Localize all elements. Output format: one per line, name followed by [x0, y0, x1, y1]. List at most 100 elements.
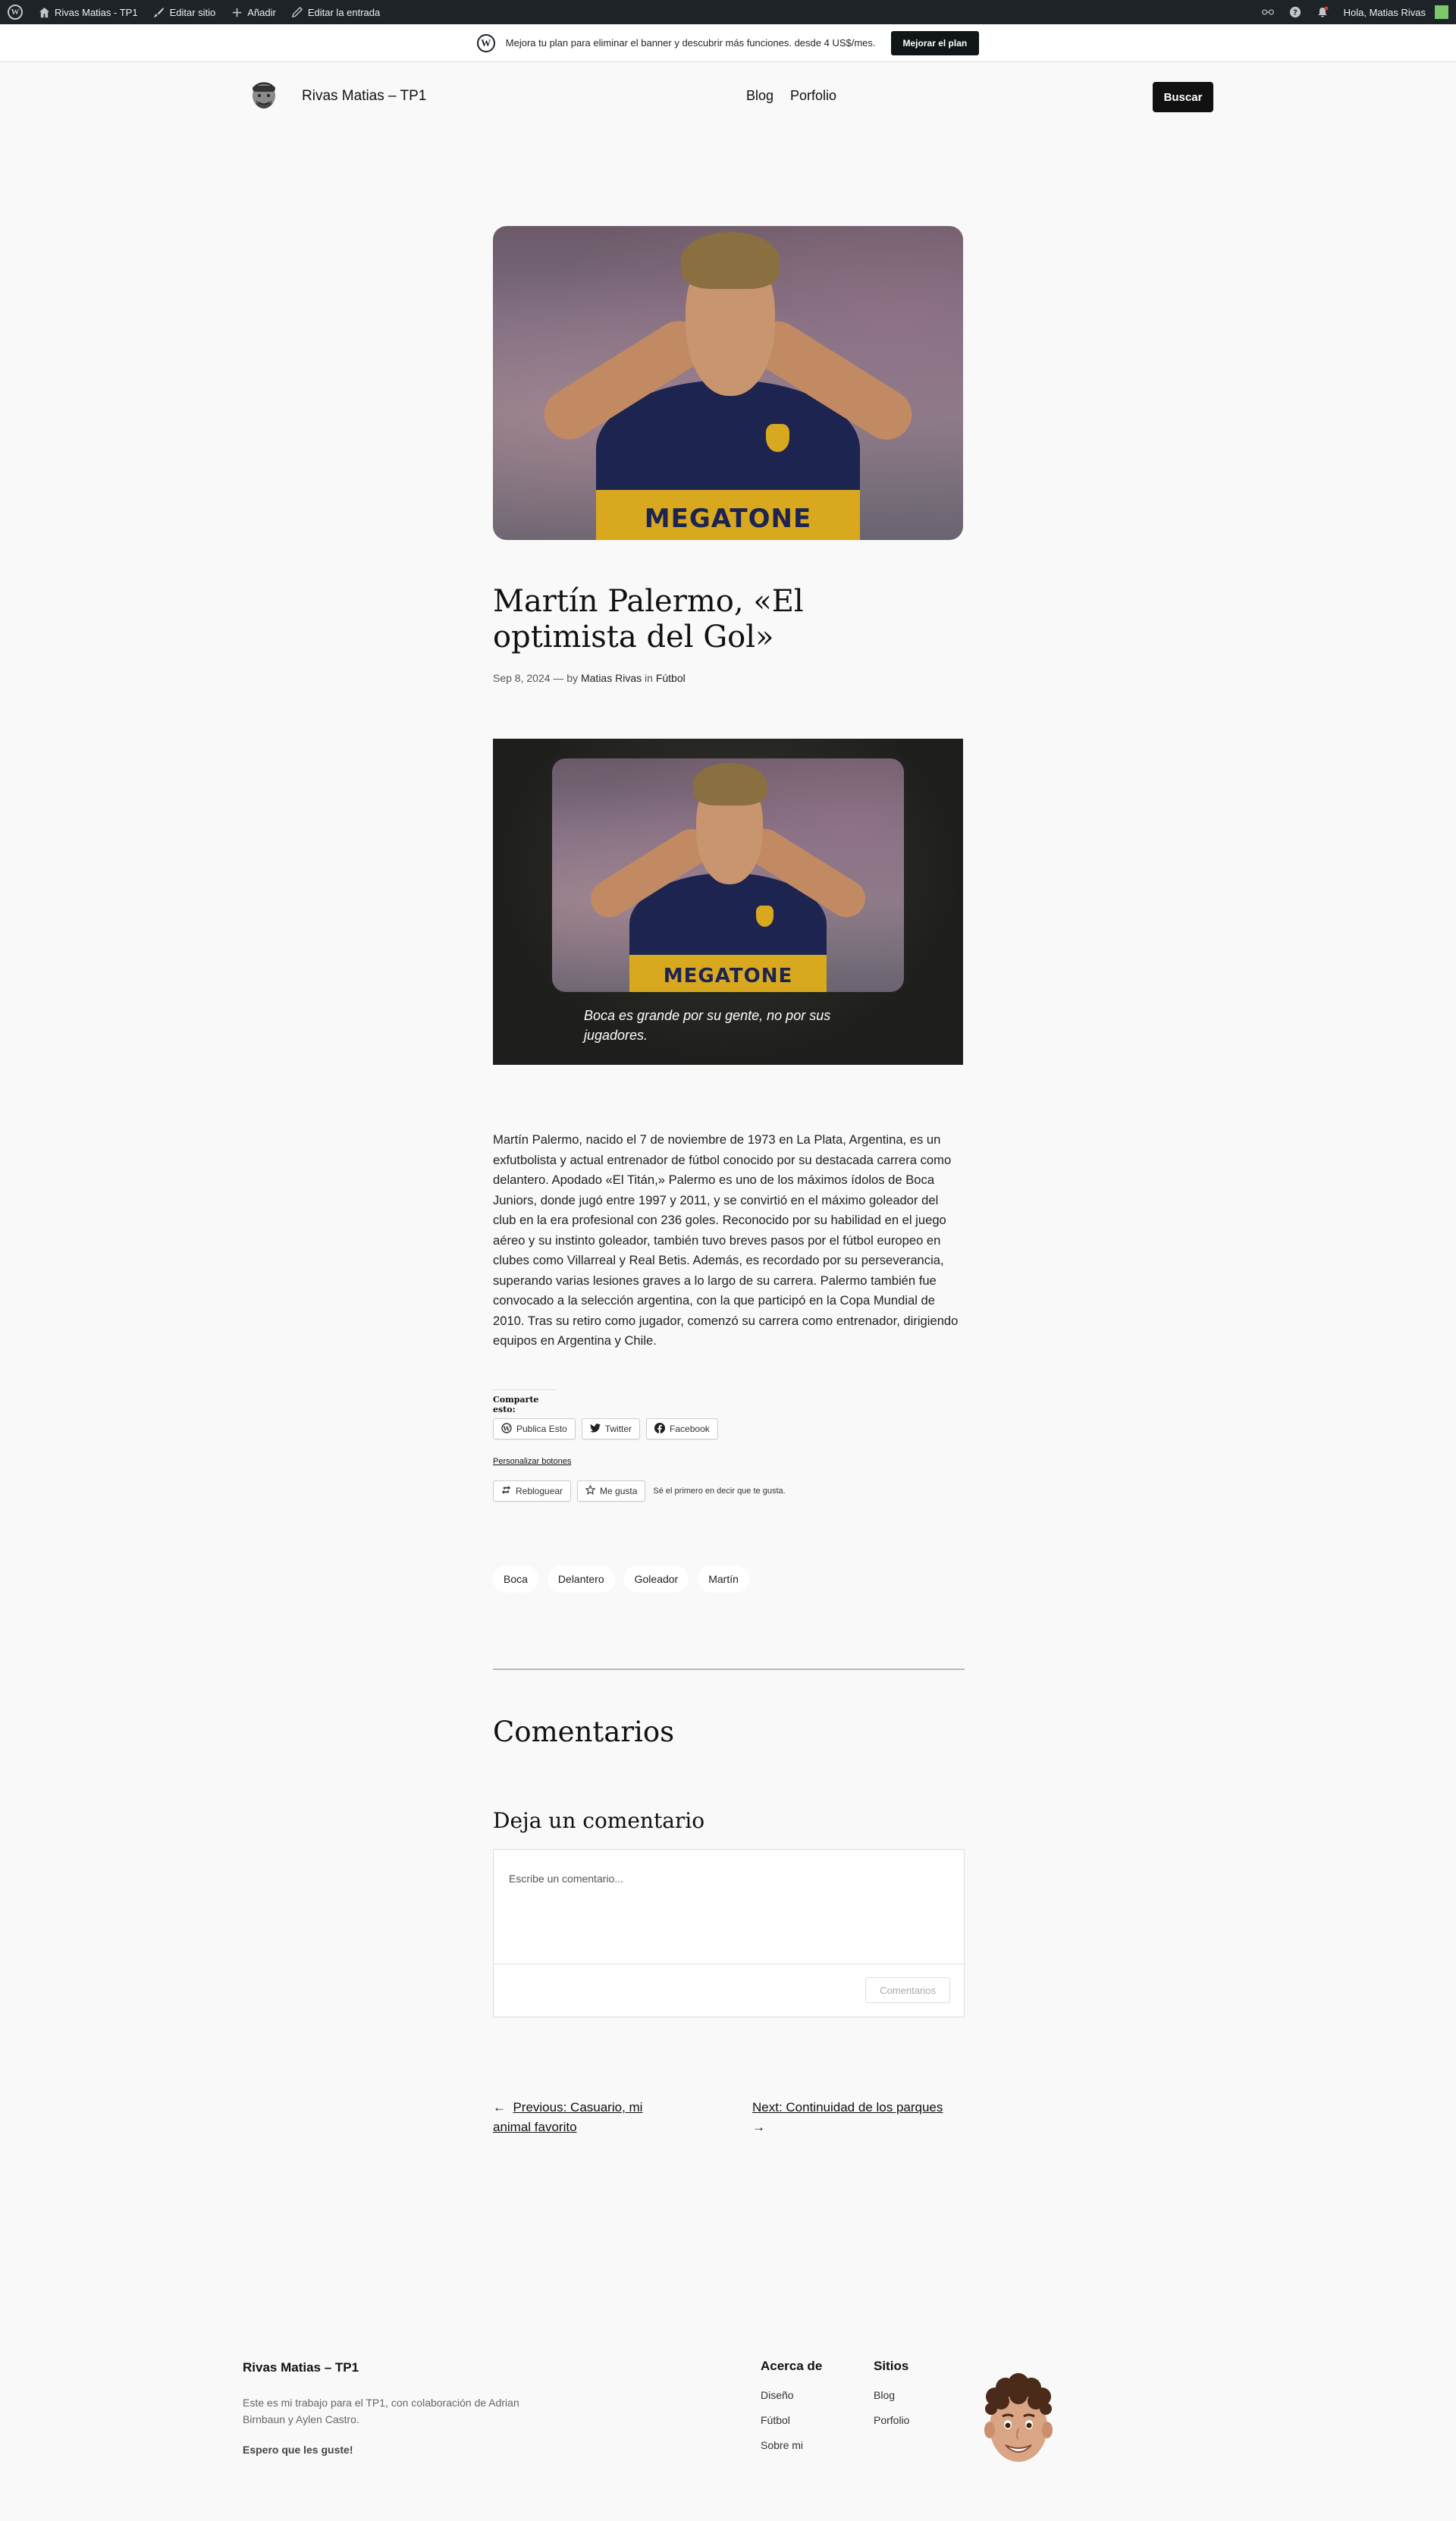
- admin-edit-site[interactable]: Editar sitio: [146, 0, 224, 24]
- admin-site-link[interactable]: Rivas Matias - TP1: [30, 0, 146, 24]
- site-logo[interactable]: [249, 79, 279, 112]
- footer-tagline: Espero que les guste!: [243, 2444, 353, 2456]
- admin-edit-site-label: Editar sitio: [169, 6, 216, 18]
- footer-sites-heading: Sitios: [874, 2359, 909, 2373]
- wordpress-icon: W: [8, 5, 23, 20]
- footer-link-diseno[interactable]: Diseño: [761, 2389, 822, 2401]
- customize-buttons-link[interactable]: Personalizar botones: [493, 1457, 571, 1466]
- share-facebook-button[interactable]: Facebook: [646, 1418, 718, 1439]
- help-icon: ?: [1289, 6, 1301, 18]
- previous-post[interactable]: ← Previous: Casuario, mi animal favorito: [493, 2098, 667, 2137]
- share-twitter-label: Twitter: [604, 1424, 632, 1434]
- facebook-icon: [654, 1422, 666, 1436]
- footer-site-title[interactable]: Rivas Matias – TP1: [243, 2360, 359, 2375]
- wordpress-icon: W: [476, 33, 495, 52]
- footer-col-about: Acerca de Diseño Fútbol Sobre mi: [761, 2359, 822, 2464]
- share-heading: Comparte esto:: [493, 1389, 557, 1414]
- reblog-button[interactable]: Rebloguear: [493, 1480, 572, 1502]
- wordpress-icon: W: [501, 1422, 512, 1436]
- reader-icon: [1261, 6, 1274, 18]
- pencil-icon: [291, 6, 303, 18]
- help-button[interactable]: ?: [1282, 0, 1309, 24]
- featured-image: MEGATONE: [493, 226, 963, 540]
- notifications-button[interactable]: [1309, 0, 1336, 24]
- like-button[interactable]: Me gusta: [577, 1480, 646, 1502]
- avatar: [1435, 5, 1448, 19]
- account-menu[interactable]: Hola, Matias Rivas: [1336, 0, 1456, 24]
- upgrade-banner: W Mejora tu plan para eliminar el banner…: [0, 24, 1456, 62]
- tag-goleador[interactable]: Goleador: [623, 1565, 689, 1593]
- like-row: Rebloguear Me gusta Sé el primero en dec…: [493, 1480, 786, 1502]
- admin-add-new[interactable]: Añadir: [223, 0, 284, 24]
- upgrade-button[interactable]: Mejorar el plan: [890, 30, 980, 55]
- comments-heading: Comentarios: [493, 1716, 675, 1748]
- admin-edit-post[interactable]: Editar la entrada: [284, 0, 388, 24]
- arrow-left-icon: ←: [493, 2100, 506, 2114]
- reblog-label: Rebloguear: [516, 1486, 563, 1496]
- greeting-label: Hola, Matias Rivas: [1343, 6, 1426, 18]
- bell-icon: [1316, 6, 1329, 18]
- next-post-link[interactable]: Next: Continuidad de los parques: [752, 2100, 943, 2114]
- arrow-right-icon: →: [752, 2120, 765, 2134]
- svg-text:?: ?: [1293, 9, 1298, 17]
- share-publica-button[interactable]: W Publica Esto: [493, 1418, 576, 1439]
- footer-link-futbol[interactable]: Fútbol: [761, 2414, 822, 2426]
- cover-jersey-sponsor: MEGATONE: [663, 964, 793, 987]
- post-content: Martín Palermo, nacido el 7 de noviembre…: [493, 1132, 959, 1348]
- next-post[interactable]: Next: Continuidad de los parques →: [752, 2098, 965, 2137]
- like-label: Me gusta: [600, 1486, 638, 1496]
- share-buttons: W Publica Esto Twitter Facebook: [493, 1418, 718, 1439]
- comment-form: Escribe un comentario... Comentarios: [493, 1849, 965, 2017]
- plus-icon: [231, 6, 243, 18]
- reader-button[interactable]: [1254, 0, 1282, 24]
- post-date[interactable]: Sep 8, 2024: [493, 672, 551, 684]
- comment-submit-button[interactable]: Comentarios: [865, 1977, 950, 2003]
- tag-martin[interactable]: Martín: [698, 1565, 749, 1593]
- tag-delantero[interactable]: Delantero: [547, 1565, 615, 1593]
- post-in: in: [645, 672, 653, 684]
- post-tags: Boca Delantero Goleador Martín: [493, 1565, 749, 1593]
- admin-edit-post-label: Editar la entrada: [307, 6, 381, 18]
- admin-site-label: Rivas Matias - TP1: [55, 6, 138, 18]
- footer-link-blog[interactable]: Blog: [874, 2389, 909, 2401]
- post-navigation: ← Previous: Casuario, mi animal favorito…: [493, 2098, 965, 2137]
- tag-boca[interactable]: Boca: [493, 1565, 538, 1593]
- reblog-icon: [501, 1485, 511, 1497]
- twitter-icon: [589, 1423, 601, 1435]
- cover-image: MEGATONE: [552, 758, 904, 992]
- cover-block: MEGATONE Boca es grande por su gente, no…: [493, 739, 963, 1065]
- wordpress-menu[interactable]: W: [0, 0, 30, 24]
- footer-about-heading: Acerca de: [761, 2359, 823, 2373]
- jersey-sponsor: MEGATONE: [644, 503, 812, 534]
- post-category[interactable]: Fútbol: [656, 672, 686, 684]
- brush-icon: [153, 6, 165, 18]
- like-note: Sé el primero en decir que te gusta.: [653, 1487, 786, 1496]
- home-icon: [38, 6, 50, 18]
- main-navigation: Blog Porfolio: [746, 88, 836, 104]
- memoji-avatar: [978, 2369, 1059, 2472]
- footer-link-sobre-mi[interactable]: Sobre mi: [761, 2439, 822, 2451]
- post-author[interactable]: Matias Rivas: [581, 672, 642, 684]
- star-icon: [585, 1484, 596, 1497]
- share-twitter-button[interactable]: Twitter: [581, 1418, 641, 1439]
- footer-link-porfolio[interactable]: Porfolio: [874, 2414, 909, 2426]
- site-title[interactable]: Rivas Matias – TP1: [302, 88, 426, 105]
- footer-description: Este es mi trabajo para el TP1, con cola…: [243, 2397, 519, 2425]
- nav-porfolio[interactable]: Porfolio: [790, 88, 836, 104]
- previous-post-link[interactable]: Previous: Casuario, mi animal favorito: [493, 2100, 642, 2134]
- post-meta: Sep 8, 2024 — by Matias Rivas in Fútbol: [493, 672, 686, 684]
- section-divider: [493, 1669, 965, 1670]
- share-facebook-label: Facebook: [670, 1424, 710, 1434]
- search-button[interactable]: Buscar: [1153, 82, 1213, 112]
- site-header: Rivas Matias – TP1 Blog Porfolio Buscar: [0, 62, 1456, 132]
- cover-caption: Boca es grande por su gente, no por sus …: [584, 1008, 831, 1043]
- admin-add-label: Añadir: [247, 6, 276, 18]
- post-title: Martín Palermo, «El optimista del Gol»: [493, 584, 804, 655]
- admin-bar: W Rivas Matias - TP1 Editar sitio Añadir…: [0, 0, 1456, 24]
- footer-col-sites: Sitios Blog Porfolio: [874, 2359, 909, 2439]
- reply-heading: Deja un comentario: [493, 1808, 705, 1833]
- share-publica-label: Publica Esto: [516, 1424, 567, 1434]
- upgrade-text: Mejora tu plan para eliminar el banner y…: [505, 37, 876, 49]
- nav-blog[interactable]: Blog: [746, 88, 774, 104]
- comment-input[interactable]: Escribe un comentario...: [509, 1873, 623, 1885]
